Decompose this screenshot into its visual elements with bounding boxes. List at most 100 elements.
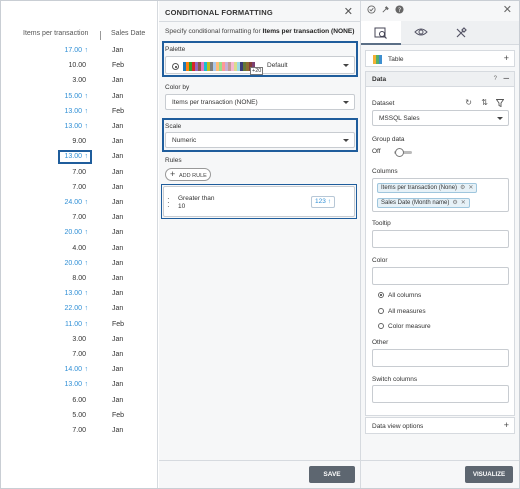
transform-icon[interactable]: ⇅: [481, 98, 488, 107]
items-cell[interactable]: 13.00: [64, 123, 82, 130]
table-row[interactable]: 7.00 Jan: [1, 180, 158, 195]
table-row[interactable]: 15.00 ↑ Jan: [1, 89, 158, 104]
items-cell[interactable]: 7.00: [72, 427, 86, 434]
sales-date-cell[interactable]: Jan: [112, 184, 123, 191]
palette-select[interactable]: +20 Default: [165, 56, 355, 75]
col-header-items[interactable]: Items per transaction: [23, 30, 88, 37]
items-cell[interactable]: 7.00: [72, 184, 86, 191]
items-cell[interactable]: 11.00: [65, 321, 82, 328]
sales-date-cell[interactable]: Jan: [112, 397, 123, 404]
column-divider[interactable]: [100, 31, 101, 40]
sales-date-cell[interactable]: Jan: [112, 123, 123, 130]
table-row[interactable]: 13.00 ↑ Jan: [1, 119, 158, 134]
items-cell[interactable]: 7.00: [72, 214, 86, 221]
palette-radio-icon[interactable]: [172, 63, 179, 70]
sales-date-cell[interactable]: Jan: [112, 214, 123, 221]
table-row[interactable]: 22.00 ↑ Jan: [1, 301, 158, 316]
sales-date-cell[interactable]: Jan: [112, 138, 123, 145]
items-cell[interactable]: 17.00: [64, 47, 82, 54]
table-row[interactable]: 7.00 Jan: [1, 347, 158, 362]
other-field[interactable]: [372, 349, 509, 367]
tab-search-data[interactable]: [361, 21, 401, 45]
table-row[interactable]: 3.00 Jan: [1, 73, 158, 88]
items-cell[interactable]: 14.00: [64, 366, 82, 373]
refresh-icon[interactable]: ↻: [465, 98, 472, 107]
table-row[interactable]: 13.00 ↑ Feb: [1, 104, 158, 119]
sales-date-cell[interactable]: Jan: [112, 93, 123, 100]
columns-field[interactable]: Items per transaction (None) ⚙ ✕ Sales Dat…: [372, 178, 509, 212]
sales-date-cell[interactable]: Jan: [112, 336, 123, 343]
radio-color-measure[interactable]: [378, 323, 384, 329]
items-cell[interactable]: 5.00: [72, 412, 86, 419]
tooltip-field[interactable]: [372, 230, 509, 248]
items-cell[interactable]: 7.00: [72, 351, 86, 358]
table-row[interactable]: 4.00 Jan: [1, 241, 158, 256]
table-row[interactable]: 8.00 Jan: [1, 271, 158, 286]
help-icon[interactable]: ?: [494, 76, 497, 82]
table-row[interactable]: 7.00 Jan: [1, 423, 158, 438]
sales-date-cell[interactable]: Jan: [112, 381, 123, 388]
collapse-icon[interactable]: –: [503, 73, 509, 84]
items-cell[interactable]: 3.00: [72, 77, 86, 84]
data-section-header[interactable]: [366, 72, 514, 87]
rule-format-preview[interactable]: 123 ↑: [311, 196, 335, 208]
sales-date-cell[interactable]: Jan: [112, 199, 123, 206]
sales-date-cell[interactable]: Jan: [112, 77, 123, 84]
save-button[interactable]: SAVE: [309, 466, 355, 483]
sales-date-cell[interactable]: Feb: [112, 62, 124, 69]
column-chip[interactable]: Items per transaction (None) ⚙ ✕: [377, 183, 478, 193]
items-cell[interactable]: 13.00: [64, 381, 82, 388]
table-row[interactable]: 24.00 ↑ Jan: [1, 195, 158, 210]
table-row[interactable]: 13.00 ↑ Jan: [1, 286, 158, 301]
col-header-sales-date[interactable]: Sales Date: [111, 30, 145, 37]
radio-all-measures-label[interactable]: All measures: [388, 308, 426, 315]
color-by-select[interactable]: Items per transaction (NONE): [165, 94, 355, 110]
group-data-toggle[interactable]: [394, 148, 412, 157]
items-cell[interactable]: 10.00: [68, 62, 86, 69]
radio-all-columns[interactable]: [378, 292, 384, 298]
add-rule-button[interactable]: + ADD RULE: [165, 168, 211, 181]
items-cell[interactable]: 15.00: [64, 93, 82, 100]
radio-all-measures[interactable]: [378, 308, 384, 314]
sales-date-cell[interactable]: Jan: [112, 290, 123, 297]
items-cell[interactable]: 6.00: [72, 397, 86, 404]
table-row[interactable]: 7.00 Jan: [1, 210, 158, 225]
column-chip[interactable]: Sales Date (Month name) ⚙ ✕: [377, 198, 470, 208]
sales-date-cell[interactable]: Jan: [112, 153, 123, 160]
plus-icon[interactable]: +: [504, 420, 509, 430]
close-icon[interactable]: ✕: [503, 3, 512, 16]
table-row[interactable]: 3.00 Jan: [1, 332, 158, 347]
sales-date-cell[interactable]: Jan: [112, 427, 123, 434]
items-cell[interactable]: 9.00: [72, 138, 86, 145]
table-row[interactable]: 14.00 ↑ Jan: [1, 362, 158, 377]
items-cell[interactable]: 24.00: [64, 199, 82, 206]
plus-icon[interactable]: +: [504, 53, 509, 63]
radio-all-columns-label[interactable]: All columns: [388, 292, 421, 299]
drag-handle-icon[interactable]: · · ·: [167, 195, 170, 211]
tab-view[interactable]: [401, 21, 441, 45]
table-row[interactable]: 17.00 ↑ Jan: [1, 43, 158, 58]
sales-date-cell[interactable]: Jan: [112, 366, 123, 373]
data-view-options-row[interactable]: Data view options +: [365, 417, 515, 434]
items-cell[interactable]: 4.00: [72, 245, 86, 252]
table-row[interactable]: 5.00 Feb: [1, 408, 158, 423]
table-row[interactable]: 13.00 ↑ Jan: [1, 377, 158, 392]
sales-date-cell[interactable]: Jan: [112, 245, 123, 252]
sales-date-cell[interactable]: Feb: [112, 108, 124, 115]
table-row[interactable]: 6.00 Jan: [1, 393, 158, 408]
sales-date-cell[interactable]: Jan: [112, 275, 123, 282]
items-cell[interactable]: 13.00: [64, 290, 82, 297]
sales-date-cell[interactable]: Feb: [112, 412, 124, 419]
close-icon[interactable]: ✕: [344, 5, 353, 18]
table-row[interactable]: 10.00 Feb: [1, 58, 158, 73]
help-icon[interactable]: ?: [395, 5, 404, 16]
items-cell[interactable]: 20.00: [64, 229, 82, 236]
color-field[interactable]: [372, 267, 509, 285]
radio-color-measure-label[interactable]: Color measure: [388, 323, 431, 330]
filter-icon[interactable]: [495, 99, 505, 109]
check-circle-icon[interactable]: [367, 5, 376, 16]
sales-date-cell[interactable]: Jan: [112, 169, 123, 176]
items-cell[interactable]: 20.00: [64, 260, 82, 267]
sales-date-cell[interactable]: Jan: [112, 260, 123, 267]
tab-tools[interactable]: [441, 21, 481, 45]
